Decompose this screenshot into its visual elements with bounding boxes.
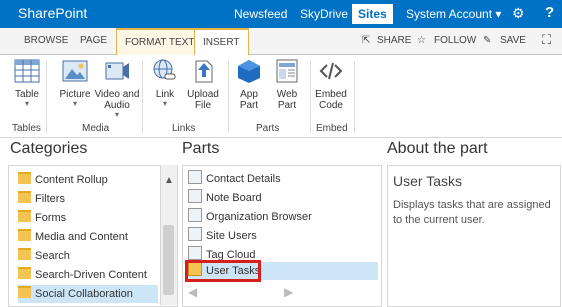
part-label: Organization Browser [206, 211, 312, 223]
category-item[interactable]: Search [18, 247, 158, 265]
upload-file-button[interactable]: Upload File [178, 57, 228, 111]
web-part-icon [188, 189, 202, 203]
suite-bar: SharePoint Newsfeed SkyDrive Sites Syste… [0, 0, 562, 28]
gear-icon[interactable]: ⚙ [512, 5, 525, 22]
folder-icon [18, 248, 31, 260]
category-label: Search-Driven Content [35, 269, 147, 281]
folder-icon [18, 267, 31, 279]
web-part-icon [188, 246, 202, 260]
group-separator [354, 61, 355, 133]
tab-format-text[interactable]: FORMAT TEXT [116, 28, 204, 55]
embed-label-1: Embed [315, 89, 347, 100]
save-button[interactable]: SAVE [500, 35, 526, 46]
category-label: Social Collaboration [35, 288, 133, 300]
tab-page[interactable]: PAGE [80, 28, 107, 54]
folder-icon [18, 210, 31, 222]
follow-button[interactable]: FOLLOW [434, 35, 476, 46]
folder-icon [18, 191, 31, 203]
web-part-label-2: Part [277, 100, 297, 111]
category-label: Search [35, 250, 70, 262]
part-item[interactable]: Contact Details [188, 170, 378, 188]
nav-sites[interactable]: Sites [352, 4, 393, 24]
embed-code-button[interactable]: Embed Code [306, 57, 356, 111]
link-icon [153, 59, 176, 80]
about-part-description: Displays tasks that are assigned to the … [393, 199, 551, 226]
tab-insert[interactable]: INSERT [194, 28, 249, 56]
previous-arrow-icon[interactable]: ◀ [188, 285, 197, 299]
save-icon[interactable]: ✎ [483, 35, 491, 46]
nav-skydrive[interactable]: SkyDrive [300, 7, 348, 21]
categories-heading: Categories [10, 140, 88, 157]
part-item[interactable]: Organization Browser [188, 208, 378, 226]
highlight-box [185, 260, 261, 282]
about-heading: About the part [387, 140, 488, 157]
group-label-parts: Parts [256, 123, 280, 134]
tab-browse[interactable]: BROWSE [24, 28, 68, 54]
upload-label-2: File [194, 100, 212, 111]
category-item[interactable]: Media and Content [18, 228, 158, 246]
group-label-embed: Embed [316, 123, 348, 134]
scrollbar-thumb[interactable] [163, 225, 174, 295]
folder-icon [18, 172, 31, 184]
chevron-down-icon: ▾ [24, 99, 29, 108]
account-menu[interactable]: System Account ▾ [406, 7, 501, 21]
picture-icon [62, 60, 88, 82]
group-label-links: Links [172, 123, 196, 134]
part-item[interactable]: Site Users [188, 227, 378, 245]
chevron-down-icon: ▾ [114, 110, 119, 119]
group-label-media: Media [82, 123, 110, 134]
group-separator [46, 61, 47, 133]
categories-scrollbar[interactable]: ▲ [160, 165, 177, 305]
folder-icon [18, 286, 31, 298]
video-audio-button[interactable]: Video and Audio ▾ [92, 57, 142, 119]
category-label: Media and Content [35, 231, 128, 243]
web-part-icon [276, 59, 298, 83]
web-part-icon [188, 227, 202, 241]
table-icon [14, 59, 40, 83]
parts-heading: Parts [182, 140, 220, 157]
embed-label-2: Code [319, 100, 343, 111]
embed-code-icon [319, 62, 343, 80]
web-part-label-1: Web [276, 89, 298, 100]
share-icon[interactable]: ⇱ [362, 35, 370, 46]
category-item[interactable]: Search-Driven Content [18, 266, 158, 284]
part-label: Note Board [206, 192, 262, 204]
web-part-icon [188, 170, 202, 184]
star-icon[interactable]: ☆ [417, 35, 426, 46]
upload-icon [195, 60, 213, 83]
upload-label-1: Upload [187, 89, 219, 100]
part-label: Site Users [206, 230, 257, 242]
ribbon-insert: Table ▾ Picture ▾ Video and Audio ▾ Link… [0, 55, 562, 138]
category-item[interactable]: Forms [18, 209, 158, 227]
category-label: Forms [35, 212, 67, 224]
category-item-selected[interactable]: Social Collaboration [18, 285, 158, 303]
folder-icon [18, 229, 31, 241]
web-part-icon [188, 208, 202, 222]
scroll-up-icon[interactable]: ▲ [161, 175, 177, 186]
web-part-button[interactable]: Web Part [262, 57, 312, 111]
table-button[interactable]: Table ▾ [2, 57, 52, 108]
video-audio-label-1: Video and [94, 89, 140, 100]
part-item[interactable]: Note Board [188, 189, 378, 207]
category-label: Content Rollup [35, 174, 108, 186]
category-item[interactable]: Content Rollup [18, 171, 158, 189]
nav-newsfeed[interactable]: Newsfeed [234, 7, 287, 21]
part-label: Contact Details [206, 173, 281, 185]
group-label-tables: Tables [12, 123, 41, 134]
category-item[interactable]: Filters [18, 190, 158, 208]
app-part-icon [238, 60, 260, 83]
focus-content-icon[interactable]: ⛶ [542, 32, 551, 48]
brand-label[interactable]: SharePoint [18, 5, 87, 21]
ribbon-tabs: BROWSE PAGE FORMAT TEXT INSERT ⇱ SHARE ☆… [0, 28, 562, 56]
category-label: Filters [35, 193, 65, 205]
share-button[interactable]: SHARE [377, 35, 411, 46]
next-arrow-icon[interactable]: ▶ [284, 285, 293, 299]
video-audio-icon [105, 62, 129, 80]
help-icon[interactable]: ? [545, 4, 554, 21]
about-part-name: User Tasks [393, 173, 462, 189]
